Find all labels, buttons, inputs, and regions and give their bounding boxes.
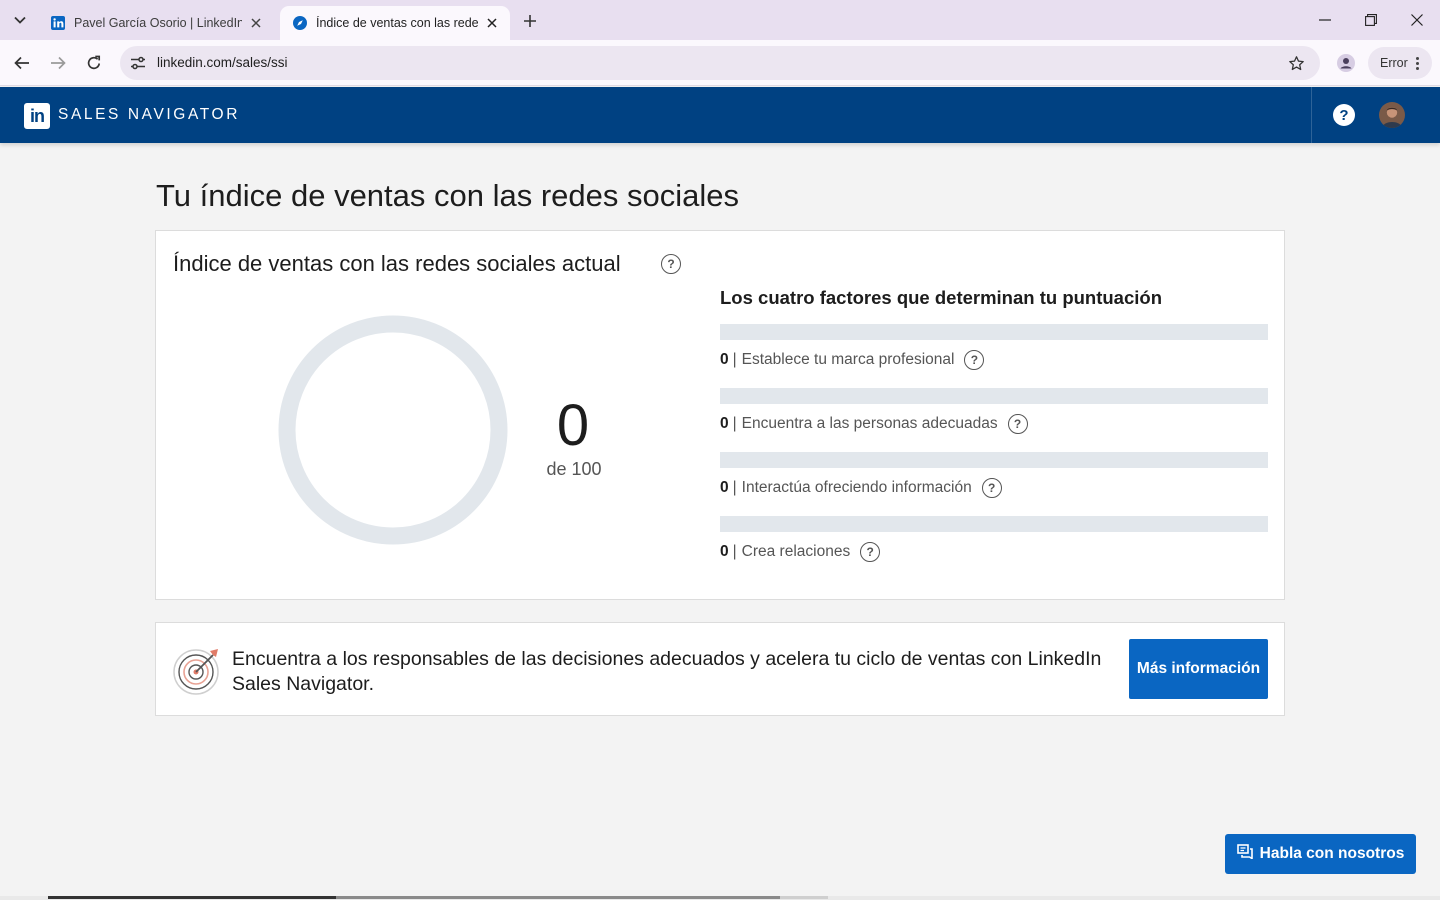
gauge-track — [278, 315, 508, 545]
taskbar-edge — [0, 896, 1440, 900]
factor-find-people: 0 | Encuentra a las personas adecuadas ? — [720, 388, 1268, 440]
factor-separator: | — [732, 351, 737, 368]
factor-build-relationships: 0 | Crea relaciones ? — [720, 516, 1268, 568]
ssi-card-header: Índice de ventas con las redes sociales … — [173, 251, 681, 277]
question-help-icon[interactable]: ? — [964, 350, 985, 370]
factor-score: 0 — [720, 543, 729, 560]
tab-title: Pavel García Osorio | LinkedIn — [74, 16, 242, 30]
factor-separator: | — [732, 479, 737, 496]
factor-label: Encuentra a las personas adecuadas — [741, 415, 998, 432]
factor-label: Interactúa ofreciendo información — [741, 479, 972, 496]
ssi-card-title: Índice de ventas con las redes sociales … — [173, 251, 621, 276]
factor-label: Establece tu marca profesional — [741, 351, 955, 368]
question-help-icon[interactable]: ? — [981, 478, 1002, 498]
tab-ssi[interactable]: Índice de ventas con las redes sociales — [280, 6, 510, 40]
factors-heading: Los cuatro factores que determinan tu pu… — [720, 287, 1162, 308]
more-vertical-icon — [1415, 56, 1419, 70]
tab-search-chevron-down-icon[interactable] — [6, 7, 34, 33]
ssi-score-max: de 100 — [546, 459, 602, 479]
ssi-score-gauge — [278, 315, 508, 545]
tab-close-icon[interactable] — [248, 15, 264, 31]
browser-tab-strip: Pavel García Osorio | LinkedIn Índice de… — [0, 0, 1440, 40]
tab-linkedin-profile[interactable]: Pavel García Osorio | LinkedIn — [38, 6, 274, 40]
contact-us-button[interactable]: Habla con nosotros — [1225, 834, 1416, 874]
sales-navigator-promo: Encuentra a los responsables de las deci… — [155, 622, 1285, 716]
site-settings-icon[interactable] — [128, 53, 148, 73]
target-arrow-icon — [173, 649, 219, 695]
factor-score: 0 — [720, 479, 729, 496]
error-label: Error — [1380, 56, 1408, 70]
help-icon[interactable]: ? — [1333, 104, 1355, 126]
promo-text: Encuentra a los responsables de las deci… — [232, 648, 1102, 695]
header-divider — [1311, 87, 1312, 143]
linkedin-logo[interactable]: in — [24, 103, 50, 129]
question-help-icon[interactable]: ? — [860, 542, 881, 562]
minimize-icon[interactable] — [1302, 0, 1348, 40]
question-help-icon[interactable]: ? — [661, 254, 681, 274]
tab-title: Índice de ventas con las redes sociales — [316, 16, 478, 30]
factor-progress-bar — [720, 388, 1268, 404]
page-title: Tu índice de ventas con las redes social… — [156, 178, 740, 213]
chat-icon — [1236, 844, 1254, 864]
forward-arrow-icon[interactable] — [44, 49, 72, 77]
reload-icon[interactable] — [80, 49, 108, 77]
tab-close-icon[interactable] — [484, 15, 500, 31]
factor-progress-bar — [720, 452, 1268, 468]
ssi-card: Índice de ventas con las redes sociales … — [155, 230, 1285, 600]
restore-icon[interactable] — [1348, 0, 1394, 40]
factor-separator: | — [732, 543, 737, 560]
ssi-score-value: 0 — [556, 393, 590, 458]
factor-score: 0 — [720, 351, 729, 368]
factor-progress-bar — [720, 324, 1268, 340]
user-avatar[interactable] — [1379, 102, 1405, 128]
factor-score: 0 — [720, 415, 729, 432]
bookmark-star-icon[interactable] — [1286, 53, 1306, 73]
factor-label: Crea relaciones — [741, 543, 851, 560]
factor-progress-bar — [720, 516, 1268, 532]
new-tab-plus-icon[interactable] — [518, 9, 542, 33]
factor-engage-insights: 0 | Interactúa ofreciendo información ? — [720, 452, 1268, 504]
contact-us-label: Habla con nosotros — [1259, 845, 1405, 862]
back-arrow-icon[interactable] — [8, 49, 36, 77]
sales-navigator-header: in SALES NAVIGATOR ? — [0, 87, 1440, 143]
brand-name[interactable]: SALES NAVIGATOR — [58, 106, 240, 124]
address-url: linkedin.com/sales/ssi — [157, 55, 288, 70]
question-help-icon[interactable]: ? — [1007, 414, 1028, 434]
factor-brand: 0 | Establece tu marca profesional ? — [720, 324, 1268, 376]
factor-separator: | — [732, 415, 737, 432]
close-window-icon[interactable] — [1394, 0, 1440, 40]
linkedin-icon — [50, 15, 66, 31]
more-info-button[interactable]: Más información — [1129, 639, 1268, 699]
compass-icon — [292, 15, 308, 31]
browser-toolbar: linkedin.com/sales/ssi Error — [0, 40, 1440, 86]
browser-profile-icon[interactable] — [1332, 50, 1360, 76]
address-bar[interactable]: linkedin.com/sales/ssi — [120, 46, 1320, 80]
profile-error-menu[interactable]: Error — [1368, 47, 1432, 79]
